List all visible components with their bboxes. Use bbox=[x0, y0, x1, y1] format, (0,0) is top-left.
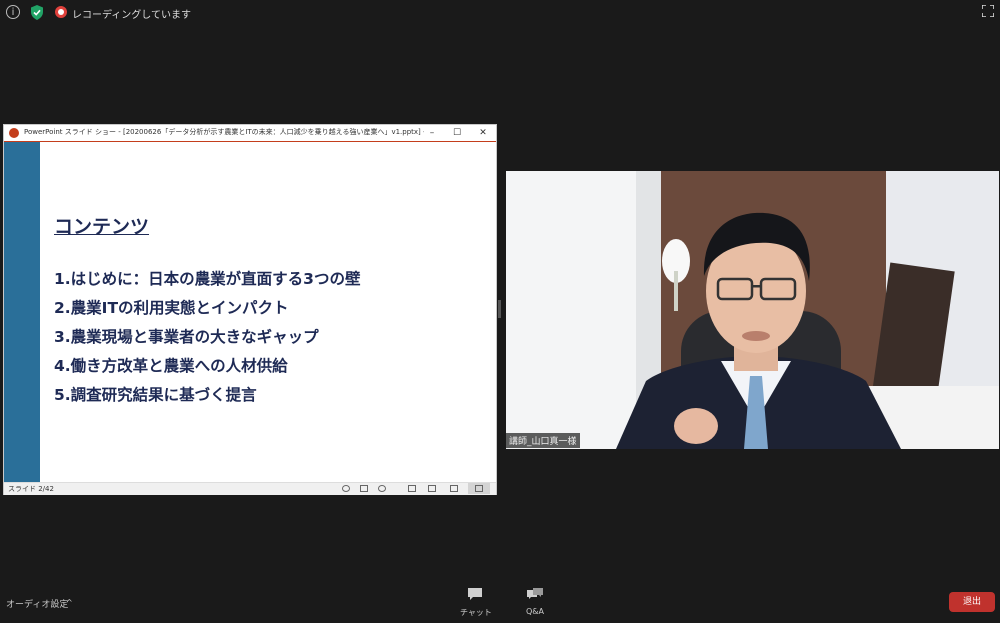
qa-button[interactable]: Q&A bbox=[520, 586, 550, 620]
fullscreen-icon[interactable] bbox=[982, 5, 994, 17]
slide-item: 4.働き方改革と農業への人材供給 bbox=[54, 357, 288, 375]
previous-slide-icon[interactable] bbox=[342, 485, 350, 492]
ppt-window-title: PowerPoint スライド ショー - [20200626「データ分析が示す… bbox=[24, 128, 424, 136]
slide: コンテンツ 1.はじめに：日本の農業が直面する3つの壁 2.農業ITの利用実態と… bbox=[4, 142, 496, 482]
chat-button[interactable]: チャット bbox=[460, 586, 492, 620]
slideshow-view-button[interactable] bbox=[468, 483, 490, 494]
chat-label: チャット bbox=[460, 608, 492, 617]
slide-heading: コンテンツ bbox=[54, 216, 150, 238]
qa-icon bbox=[527, 588, 543, 599]
leave-button[interactable]: 退出 bbox=[949, 592, 995, 612]
recording-icon bbox=[55, 6, 67, 18]
chat-icon bbox=[468, 588, 482, 600]
close-button[interactable]: ✕ bbox=[473, 126, 493, 140]
recording-label: レコーディングしています bbox=[72, 10, 191, 21]
participant-name-label: 講師_山口真一様 bbox=[506, 433, 580, 448]
slide-item: 2.農業ITの利用実態とインパクト bbox=[54, 299, 289, 317]
ppt-titlebar: PowerPoint スライド ショー - [20200626「データ分析が示す… bbox=[4, 125, 496, 142]
slide-accent-bar bbox=[4, 142, 40, 482]
qa-label: Q&A bbox=[525, 607, 544, 616]
slide-menu-icon[interactable] bbox=[360, 485, 368, 492]
shield-check-icon[interactable] bbox=[30, 5, 44, 20]
next-slide-icon[interactable] bbox=[378, 485, 386, 492]
video-frame bbox=[506, 171, 999, 449]
ppt-status-bar: スライド 2/42 bbox=[4, 482, 496, 495]
slide-sorter-icon[interactable] bbox=[428, 485, 436, 492]
powerpoint-window: PowerPoint スライド ショー - [20200626「データ分析が示す… bbox=[3, 124, 497, 495]
slide-counter: スライド 2/42 bbox=[8, 485, 54, 493]
split-divider-handle[interactable] bbox=[498, 300, 501, 318]
powerpoint-logo-icon bbox=[9, 128, 19, 138]
minimize-button[interactable]: – bbox=[422, 126, 442, 140]
normal-view-icon[interactable] bbox=[408, 485, 416, 492]
top-bar: i レコーディングしています bbox=[0, 0, 1000, 26]
slide-item: 1.はじめに：日本の農業が直面する3つの壁 bbox=[54, 270, 361, 288]
reading-view-icon[interactable] bbox=[450, 485, 458, 492]
chevron-up-icon[interactable]: ^ bbox=[66, 598, 73, 607]
slide-item: 3.農業現場と事業者の大きなギャップ bbox=[54, 328, 319, 346]
slideshow-icon bbox=[475, 485, 483, 492]
participant-video bbox=[506, 171, 999, 449]
maximize-button[interactable]: ☐ bbox=[447, 126, 467, 140]
slide-item: 5.調査研究結果に基づく提言 bbox=[54, 386, 257, 404]
audio-settings-button[interactable]: オーディオ設定 bbox=[6, 597, 68, 610]
info-icon[interactable]: i bbox=[6, 5, 20, 19]
